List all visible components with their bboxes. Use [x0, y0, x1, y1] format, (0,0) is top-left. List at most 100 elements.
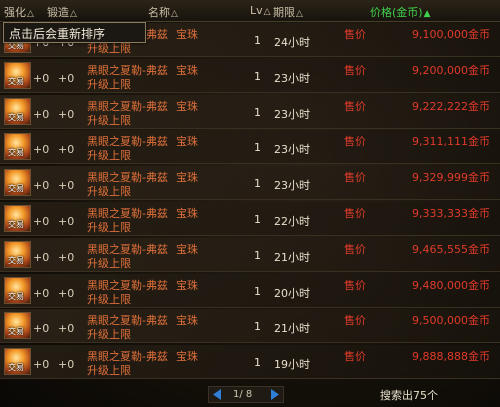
item-row[interactable]: 交易 +0 +0 黑眼之夏勒-弗兹 升级上限 宝珠 1 19小时 售价 9,888,888金币: [0, 345, 500, 380]
next-page-button[interactable]: [268, 387, 282, 402]
item-kind: 宝珠: [176, 242, 198, 256]
item-level: 1: [254, 105, 261, 119]
item-price: 9,500,000金币: [412, 314, 490, 328]
sort-price[interactable]: 价格(金币)▲: [370, 4, 431, 20]
auction-panel: 强化△ 锻造△ 名称△ Lv△ 期限△ 价格(金币)▲ 点击后会重新排序 交易+…: [0, 0, 500, 407]
column-header: 强化△ 锻造△ 名称△ Lv△ 期限△ 价格(金币)▲: [0, 0, 500, 22]
orb-item-icon[interactable]: 交易: [4, 348, 31, 376]
orb-item-icon[interactable]: 交易: [4, 169, 31, 197]
trade-tag: 交易: [8, 255, 24, 265]
sort-period[interactable]: 期限△: [273, 4, 303, 20]
sort-arrow-icon: △: [27, 9, 34, 19]
item-level: 1: [254, 320, 261, 334]
item-level: 1: [254, 248, 261, 262]
orb-item-icon[interactable]: 交易: [4, 97, 31, 125]
price-label: 售价: [344, 135, 366, 149]
item-kind: 宝珠: [176, 63, 198, 77]
enhance-value: +0: [33, 107, 50, 121]
pager: 1/ 8: [208, 386, 284, 403]
item-kind: 宝珠: [176, 207, 198, 220]
sort-active-arrow-icon: ▲: [423, 9, 431, 19]
search-result-count: 搜索出75个: [380, 389, 438, 402]
item-price: 9,480,000金币: [412, 278, 490, 292]
footer: 1/ 8 搜索出75个: [0, 383, 500, 407]
sort-enhance[interactable]: 强化△: [4, 4, 34, 20]
trade-tag: 交易: [8, 220, 24, 229]
sort-lv[interactable]: Lv△: [250, 4, 271, 17]
refine-value: +0: [58, 107, 75, 121]
orb-item-icon[interactable]: 交易: [4, 276, 31, 304]
item-price: 9,100,000金币: [412, 28, 490, 41]
triangle-left-icon: [213, 389, 221, 400]
item-level: 1: [254, 141, 261, 155]
item-row[interactable]: 交易 +0 +0 黑眼之夏勒-弗兹 升级上限 宝珠 1 20小时 售价 9,480,000金币: [0, 273, 500, 308]
item-name-line2: 升级上限: [87, 256, 131, 270]
item-level: 1: [254, 356, 261, 370]
item-row[interactable]: 交易 +0 +0 黑眼之夏勒-弗兹 升级上限 宝珠 1 21小时 售价 9,500,000金币: [0, 309, 500, 344]
enhance-value: +0: [33, 250, 50, 264]
sort-arrow-icon: △: [171, 9, 178, 19]
trade-tag: 交易: [8, 112, 24, 122]
orb-item-icon[interactable]: 交易: [4, 312, 31, 340]
item-name-line2: 升级上限: [87, 113, 131, 127]
orb-item-icon[interactable]: 交易: [4, 133, 31, 161]
item-period: 23小时: [274, 179, 310, 193]
enhance-label: 强化: [4, 6, 26, 19]
orb-item-icon[interactable]: 交易: [4, 240, 31, 268]
sort-arrow-icon: △: [70, 9, 77, 19]
item-level: 1: [254, 34, 261, 47]
item-row[interactable]: 交易 +0 +0 黑眼之夏勒-弗兹 升级上限 宝珠 1 23小时 售价 9,200,000金币: [0, 58, 500, 93]
enhance-value: +0: [33, 286, 50, 300]
item-level: 1: [254, 69, 261, 83]
sort-refine[interactable]: 锻造△: [47, 4, 77, 20]
item-kind: 宝珠: [176, 28, 198, 41]
item-kind: 宝珠: [176, 171, 198, 185]
item-level: 1: [254, 284, 261, 298]
sort-name[interactable]: 名称△: [148, 4, 178, 20]
enhance-value: +0: [33, 322, 50, 336]
item-price: 9,465,555金币: [412, 242, 490, 256]
price-label: 售价: [344, 28, 366, 41]
refine-value: +0: [58, 322, 75, 336]
orb-item-icon[interactable]: 交易: [4, 61, 31, 89]
item-period: 22小时: [274, 215, 310, 228]
item-row[interactable]: 交易 +0 +0 黑眼之夏勒-弗兹 升级上限 宝珠 1 23小时 售价 9,329,999金币: [0, 166, 500, 201]
item-row[interactable]: 交易 +0 +0 黑眼之夏勒-弗兹 升级上限 宝珠 1 21小时 售价 9,465,555金币: [0, 237, 500, 272]
price-label: 售价: [344, 314, 366, 328]
lv-label: Lv: [250, 4, 263, 17]
refine-value: +0: [58, 179, 75, 193]
enhance-value: +0: [33, 143, 50, 157]
refine-value: +0: [58, 71, 75, 85]
item-name-line2: 升级上限: [87, 77, 131, 91]
item-name-line2: 升级上限: [87, 221, 131, 234]
item-period: 23小时: [274, 143, 310, 157]
enhance-value: +0: [33, 179, 50, 193]
price-label: 售价: [344, 171, 366, 185]
item-kind: 宝珠: [176, 350, 198, 364]
orb-item-icon[interactable]: 交易: [4, 205, 31, 232]
item-price: 9,311,111金币: [412, 135, 490, 149]
item-kind: 宝珠: [176, 135, 198, 149]
item-period: 20小时: [274, 286, 310, 300]
item-price: 9,888,888金币: [412, 350, 490, 364]
trade-tag: 交易: [8, 363, 24, 373]
item-row[interactable]: 交易 +0 +0 黑眼之夏勒-弗兹 升级上限 宝珠 1 23小时 售价 9,222,222金币: [0, 94, 500, 129]
prev-page-button[interactable]: [210, 387, 224, 402]
period-label: 期限: [273, 6, 295, 19]
trade-tag: 交易: [8, 291, 24, 301]
item-price: 9,200,000金币: [412, 63, 490, 77]
item-row[interactable]: 交易 +0 +0 黑眼之夏勒-弗兹 升级上限 宝珠 1 23小时 售价 9,311,111金币: [0, 130, 500, 165]
enhance-value: +0: [33, 215, 50, 228]
item-period: 24小时: [274, 36, 310, 49]
refine-label: 锻造: [47, 6, 69, 19]
refine-value: +0: [58, 215, 75, 228]
item-row[interactable]: 交易 +0 +0 黑眼之夏勒-弗兹 升级上限 宝珠 1 22小时 售价 9,333,333金币: [0, 202, 500, 236]
item-level: 1: [254, 213, 261, 226]
trade-tag: 交易: [8, 327, 24, 337]
page-indicator: 1/ 8: [233, 389, 253, 400]
refine-value: +0: [58, 250, 75, 264]
item-level: 1: [254, 177, 261, 191]
item-price: 9,222,222金币: [412, 99, 490, 113]
price-label: 售价: [344, 350, 366, 364]
price-label: 售价: [344, 207, 366, 220]
